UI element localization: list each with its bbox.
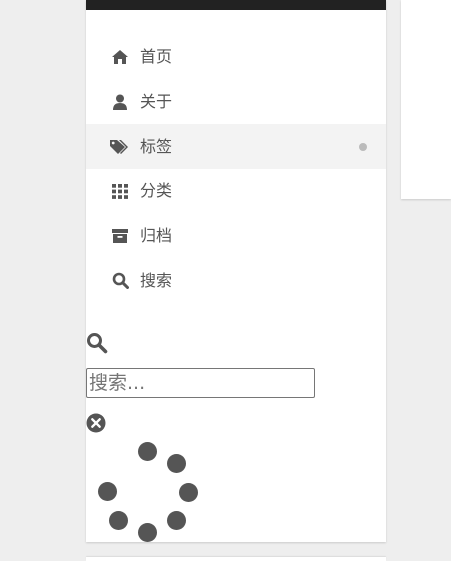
grid-icon: [110, 181, 130, 201]
tags-icon: [110, 137, 130, 157]
menu-item-home[interactable]: 首页: [86, 35, 386, 80]
search-icon: [86, 332, 108, 354]
menu-label-archives: 归档: [140, 226, 173, 246]
next-card-edge: [86, 557, 386, 561]
menu-item-tags[interactable]: 标签: [86, 124, 386, 170]
menu-item-about[interactable]: 关于: [86, 80, 386, 125]
sidebar-menu: 首页 关于 标签 分类 归档 搜索: [86, 35, 386, 303]
menu-item-search[interactable]: 搜索: [86, 258, 386, 303]
menu-label-categories: 分类: [140, 181, 173, 201]
menu-label-home: 首页: [140, 47, 173, 67]
menu-label-about: 关于: [140, 92, 173, 112]
content-card: [401, 0, 451, 199]
menu-item-categories[interactable]: 分类: [86, 169, 386, 214]
sidebar-header-bar: [86, 0, 386, 10]
active-indicator-dot: [359, 142, 367, 151]
menu-label-search: 搜索: [140, 270, 173, 290]
menu-item-archives[interactable]: 归档: [86, 214, 386, 259]
menu-label-tags: 标签: [140, 136, 173, 156]
search-icon: [110, 271, 130, 291]
sidebar-panel: 首页 关于 标签 分类 归档 搜索: [86, 0, 386, 542]
archive-icon: [110, 226, 130, 246]
close-circle-icon[interactable]: [86, 413, 106, 433]
home-icon: [110, 47, 130, 67]
user-icon: [110, 92, 130, 112]
search-input[interactable]: [86, 368, 315, 398]
